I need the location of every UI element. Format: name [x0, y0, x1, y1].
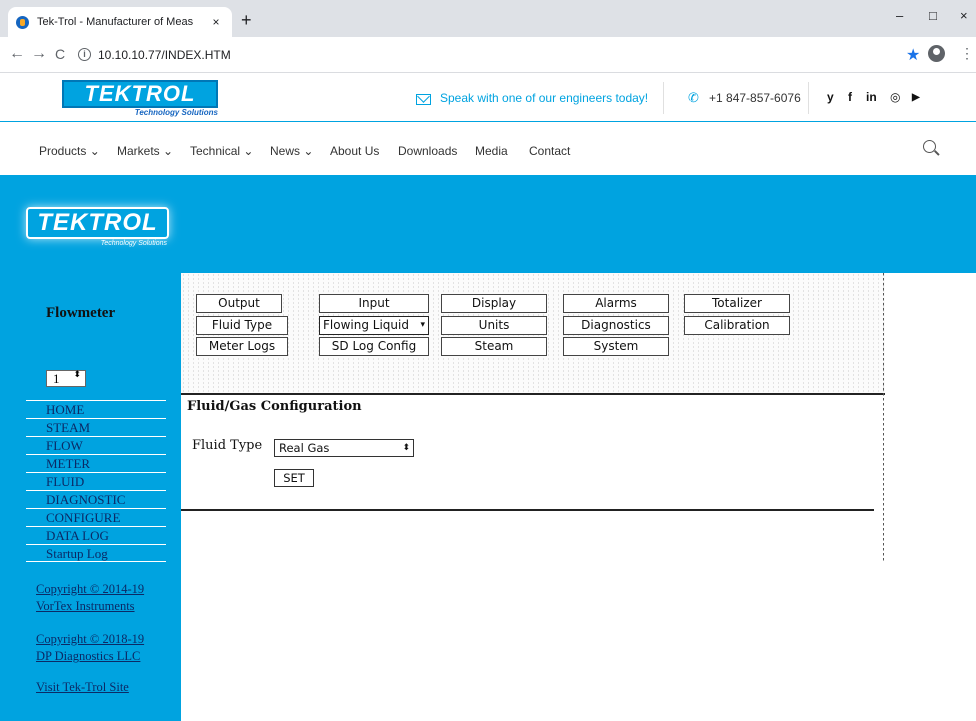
header-divider	[808, 82, 809, 114]
browser-toolbar: ← → C i 10.10.10.77/INDEX.HTM ★ ⋮	[0, 37, 976, 73]
fluid-type-select[interactable]: Real Gas ⬍	[274, 439, 414, 457]
phone-icon: ✆	[688, 90, 699, 105]
visit-tektrol-link[interactable]: Visit Tek-Trol Site	[36, 679, 129, 696]
search-icon[interactable]	[923, 140, 936, 153]
cfg-meter-logs-button[interactable]: Meter Logs	[196, 337, 288, 356]
cfg-flow-type-value: Flowing Liquid	[323, 318, 409, 332]
sidebar-link-startup-log[interactable]: Startup Log	[26, 544, 166, 562]
copyright-dp-link[interactable]: Copyright © 2018-19 DP Diagnostics LLC	[36, 631, 144, 665]
copyright-dp-year: Copyright © 2018-19	[36, 632, 145, 646]
tab-title: Tek-Trol - Manufacturer of Meas	[37, 16, 194, 28]
header-divider	[663, 82, 664, 114]
instagram-icon[interactable]: ◎	[890, 90, 900, 104]
cfg-alarms-button[interactable]: Alarms	[563, 294, 669, 313]
twitter-icon[interactable]: y	[827, 90, 834, 104]
window-close-button[interactable]: ×	[960, 8, 968, 23]
nav-technical[interactable]: Technical ⌄	[190, 144, 253, 158]
nav-products[interactable]: Products ⌄	[39, 144, 100, 158]
set-button[interactable]: SET	[274, 469, 314, 487]
section-title: Fluid/Gas Configuration	[187, 399, 362, 414]
sidebar-link-diagnostic[interactable]: DIAGNOSTIC	[26, 490, 166, 508]
cfg-system-button[interactable]: System	[563, 337, 669, 356]
dropdown-arrow-icon: ▾	[420, 320, 425, 330]
forward-icon[interactable]: →	[31, 46, 47, 62]
sidebar-link-fluid[interactable]: FLUID	[26, 472, 166, 490]
phone-number[interactable]: +1 847-857-6076	[709, 91, 801, 105]
sidebar-link-steam[interactable]: STEAM	[26, 418, 166, 436]
cfg-display-button[interactable]: Display	[441, 294, 547, 313]
banner-logo: TEKTROL Technology Solutions	[26, 207, 169, 257]
sidebar-link-data-log[interactable]: DATA LOG	[26, 526, 166, 544]
spinner-arrows-icon: ⬍	[402, 443, 410, 453]
browser-tab[interactable]: Tek-Trol - Manufacturer of Meas ×	[8, 7, 232, 37]
site-logo[interactable]: TEKTROL Technology Solutions	[62, 80, 218, 120]
cfg-fluid-type-button[interactable]: Fluid Type	[196, 316, 288, 335]
logo-tagline: Technology Solutions	[134, 108, 218, 117]
browser-menu-icon[interactable]: ⋮	[960, 45, 974, 62]
nav-contact[interactable]: Contact	[529, 144, 570, 158]
meter-unit-value: 1	[53, 371, 60, 386]
browser-tab-strip: Tek-Trol - Manufacturer of Meas × + – □ …	[0, 0, 976, 37]
site-favicon-icon	[16, 15, 29, 29]
cfg-sd-log-config-button[interactable]: SD Log Config	[319, 337, 429, 356]
copyright-vortex-name: VorTex Instruments	[36, 599, 135, 613]
sidebar-links: HOME STEAM FLOW METER FLUID DIAGNOSTIC C…	[26, 400, 166, 562]
spinner-arrows-icon: ⬍	[73, 369, 81, 379]
contact-engineers-link[interactable]: Speak with one of our engineers today!	[440, 91, 648, 105]
sidebar-link-meter[interactable]: METER	[26, 454, 166, 472]
nav-about-us[interactable]: About Us	[330, 144, 379, 158]
reload-icon[interactable]: C	[55, 46, 65, 62]
cfg-totalizer-button[interactable]: Totalizer	[684, 294, 790, 313]
bookmark-star-icon[interactable]: ★	[906, 45, 920, 65]
nav-markets[interactable]: Markets ⌄	[117, 144, 173, 158]
nav-downloads[interactable]: Downloads	[398, 144, 457, 158]
cfg-steam-button[interactable]: Steam	[441, 337, 547, 356]
sidebar-title: Flowmeter	[46, 305, 116, 321]
config-page: Output Input Display Alarms Totalizer Fl…	[181, 273, 976, 721]
linkedin-icon[interactable]: in	[866, 90, 877, 104]
sidebar-link-flow[interactable]: FLOW	[26, 436, 166, 454]
banner-logo-wordmark: TEKTROL	[26, 207, 169, 239]
logo-wordmark: TEKTROL	[62, 80, 218, 108]
cfg-output-button[interactable]: Output	[196, 294, 282, 313]
divider	[181, 509, 874, 511]
meter-unit-select[interactable]: 1 ⬍	[46, 370, 86, 387]
nav-media[interactable]: Media	[475, 144, 508, 158]
cfg-units-button[interactable]: Units	[441, 316, 547, 335]
site-header: TEKTROL Technology Solutions Speak with …	[0, 74, 976, 122]
cfg-input-button[interactable]: Input	[319, 294, 429, 313]
nav-news[interactable]: News ⌄	[270, 144, 313, 158]
divider	[883, 273, 884, 563]
facebook-icon[interactable]: f	[848, 90, 852, 104]
mail-icon	[416, 94, 431, 105]
site-info-icon[interactable]: i	[78, 48, 91, 61]
main-navigation: Products ⌄ Markets ⌄ Technical ⌄ News ⌄ …	[0, 123, 976, 175]
divider	[181, 393, 885, 395]
copyright-vortex-link[interactable]: Copyright © 2014-19 VorTex Instruments	[36, 581, 144, 615]
banner-logo-tagline: Technology Solutions	[100, 240, 167, 247]
youtube-icon[interactable]: ▶	[912, 92, 920, 103]
cfg-calibration-button[interactable]: Calibration	[684, 316, 790, 335]
cfg-flow-type-select[interactable]: Flowing Liquid ▾	[319, 316, 429, 335]
fluid-type-label: Fluid Type	[192, 438, 263, 453]
address-bar[interactable]: 10.10.10.77/INDEX.HTM	[98, 48, 231, 62]
copyright-dp-name: DP Diagnostics LLC	[36, 649, 141, 663]
account-icon[interactable]	[928, 45, 945, 62]
copyright-vortex-year: Copyright © 2014-19	[36, 582, 145, 596]
minimize-button[interactable]: –	[896, 8, 903, 23]
sidebar-link-home[interactable]: HOME	[26, 400, 166, 418]
cfg-diagnostics-button[interactable]: Diagnostics	[563, 316, 669, 335]
new-tab-button[interactable]: +	[241, 11, 252, 29]
tab-close-icon[interactable]: ×	[208, 15, 224, 29]
sidebar-link-configure[interactable]: CONFIGURE	[26, 508, 166, 526]
fluid-type-value: Real Gas	[279, 441, 330, 455]
maximize-button[interactable]: □	[929, 8, 937, 23]
back-icon[interactable]: ←	[9, 46, 25, 62]
